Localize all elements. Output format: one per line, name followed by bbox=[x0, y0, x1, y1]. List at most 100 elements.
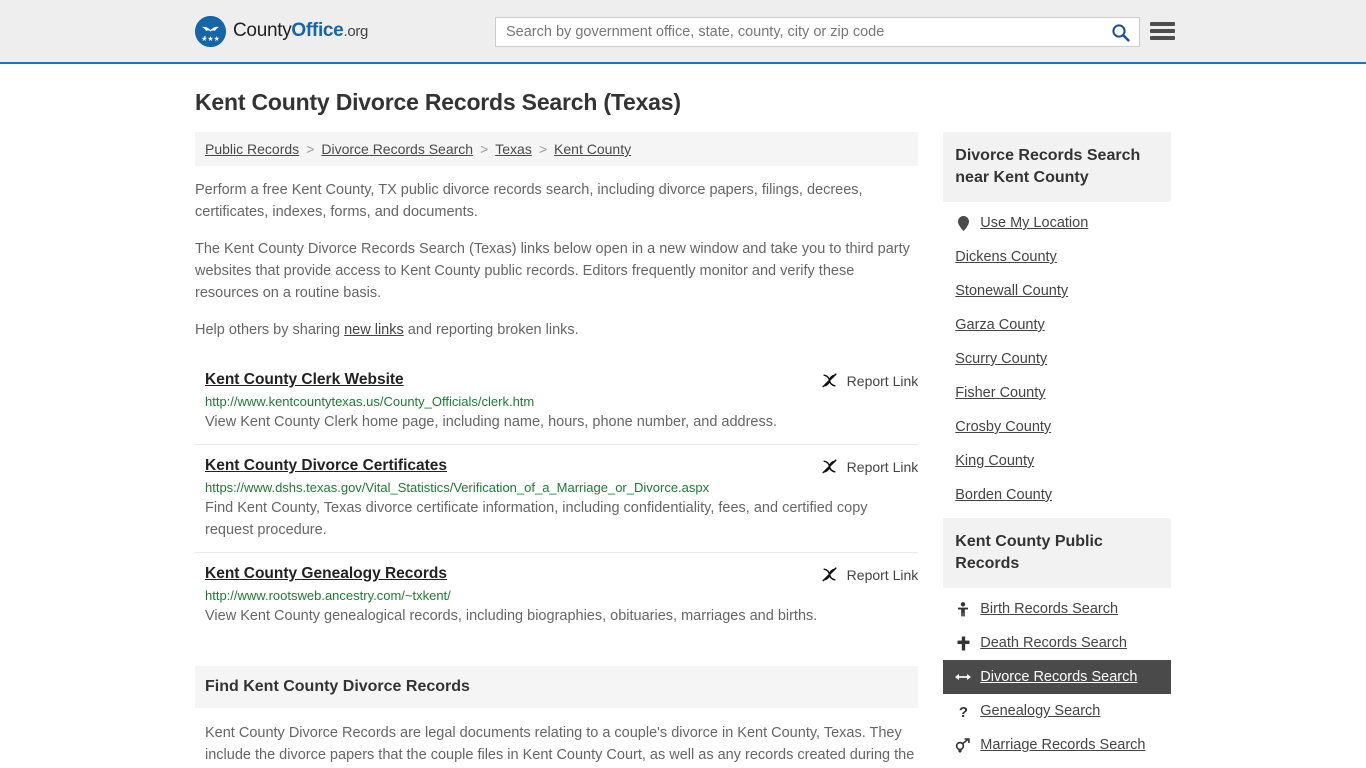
sidebar-item-garza-county[interactable]: Garza County bbox=[943, 308, 1171, 342]
site-header: ★★★ CountyOffice.org bbox=[0, 0, 1366, 64]
logo-text-office: Office bbox=[291, 20, 344, 41]
report-link-button[interactable]: Report Link bbox=[821, 372, 919, 389]
map-pin-icon bbox=[955, 215, 971, 231]
public-records-list: Birth Records Search Death Records Searc… bbox=[943, 588, 1171, 762]
sidebar-item-marriage-records-search[interactable]: Marriage Records Search bbox=[943, 728, 1171, 762]
find-records-heading: Find Kent County Divorce Records bbox=[195, 666, 919, 708]
sidebar-item-stonewall-county[interactable]: Stonewall County bbox=[943, 274, 1171, 308]
nearby-searches-heading: Divorce Records Search near Kent County bbox=[943, 132, 1171, 202]
cross-icon bbox=[955, 636, 971, 651]
sidebar-item-borden-county[interactable]: Borden County bbox=[943, 478, 1171, 512]
sidebar-item-label: King County bbox=[955, 453, 1035, 469]
breadcrumb-separator: > bbox=[306, 141, 315, 157]
resource-link-url: https://www.dshs.texas.gov/Vital_Statist… bbox=[205, 480, 710, 495]
sidebar-item-birth-records-search[interactable]: Birth Records Search bbox=[943, 592, 1171, 626]
resource-link-title[interactable]: Kent County Clerk Website bbox=[205, 371, 404, 389]
hamburger-menu-icon[interactable] bbox=[1150, 20, 1175, 42]
sidebar-item-king-county[interactable]: King County bbox=[943, 444, 1171, 478]
baby-icon bbox=[955, 601, 971, 617]
breadcrumb-separator: > bbox=[538, 141, 548, 157]
svg-text:?: ? bbox=[959, 704, 968, 719]
report-link-button[interactable]: Report Link bbox=[821, 566, 919, 583]
resource-link-description: Find Kent County, Texas divorce certific… bbox=[205, 500, 868, 538]
sidebar-item-label: Marriage Records Search bbox=[980, 737, 1146, 753]
nearby-searches-panel: Divorce Records Search near Kent County … bbox=[943, 132, 1171, 512]
intro-p3-before: Help others by sharing bbox=[195, 322, 345, 338]
resource-link-title[interactable]: Kent County Divorce Certificates bbox=[205, 457, 447, 475]
mars-venus-icon bbox=[955, 737, 971, 753]
sidebar-item-label: Birth Records Search bbox=[980, 601, 1119, 617]
sidebar-item-label: Fisher County bbox=[955, 385, 1046, 401]
intro-paragraph-1: Perform a free Kent County, TX public di… bbox=[195, 182, 863, 220]
resource-link-url: http://www.kentcountytexas.us/County_Off… bbox=[205, 394, 535, 409]
intro-paragraph-2: The Kent County Divorce Records Search (… bbox=[195, 241, 910, 301]
public-records-panel: Kent County Public Records Birth Records… bbox=[943, 518, 1171, 762]
breadcrumb-item-public-records[interactable]: Public Records bbox=[205, 141, 299, 157]
question-mark-icon: ? bbox=[955, 704, 971, 719]
sidebar-item-label: Crosby County bbox=[955, 419, 1052, 435]
breadcrumb: Public Records > Divorce Records Search … bbox=[195, 132, 919, 166]
resource-link-title[interactable]: Kent County Genealogy Records bbox=[205, 565, 447, 583]
sidebar-item-fisher-county[interactable]: Fisher County bbox=[943, 376, 1171, 410]
intro-paragraph-3: Help others by sharing new links and rep… bbox=[195, 319, 918, 341]
hamburger-bar bbox=[1150, 22, 1175, 26]
sidebar-item-label: Dickens County bbox=[955, 249, 1057, 265]
sidebar-item-label: Genealogy Search bbox=[980, 703, 1101, 719]
resource-links-list: Kent County Clerk Website http://www.ken… bbox=[195, 363, 919, 638]
sidebar-item-use-my-location[interactable]: Use My Location bbox=[943, 206, 1171, 240]
page-container: Kent County Divorce Records Search (Texa… bbox=[0, 64, 1366, 768]
resource-link-url: http://www.rootsweb.ancestry.com/~txkent… bbox=[205, 588, 451, 603]
main-column: Public Records > Divorce Records Search … bbox=[195, 132, 919, 768]
sidebar-item-label: Use My Location bbox=[980, 215, 1089, 231]
sidebar-item-label: Divorce Records Search bbox=[980, 669, 1138, 685]
nearby-searches-list: Use My Location Dickens County Stonewall… bbox=[943, 202, 1171, 512]
resource-link-description: View Kent County genealogical records, i… bbox=[205, 608, 818, 624]
content-row: Public Records > Divorce Records Search … bbox=[195, 132, 1171, 768]
broken-link-icon bbox=[822, 459, 837, 474]
search-bar bbox=[495, 17, 1140, 47]
search-input[interactable] bbox=[496, 18, 1101, 46]
sidebar: Divorce Records Search near Kent County … bbox=[943, 132, 1171, 768]
breadcrumb-item-kent-county[interactable]: Kent County bbox=[554, 141, 631, 157]
hamburger-bar bbox=[1150, 29, 1175, 33]
breadcrumb-item-divorce-records-search[interactable]: Divorce Records Search bbox=[321, 141, 473, 157]
site-logo[interactable]: ★★★ CountyOffice.org bbox=[195, 15, 368, 47]
logo-text-county: County bbox=[233, 20, 292, 41]
find-records-body: Kent County Divorce Records are legal do… bbox=[205, 725, 915, 763]
new-links-link[interactable]: new links bbox=[344, 322, 404, 338]
resource-link-description: View Kent County Clerk home page, includ… bbox=[205, 414, 778, 430]
sidebar-item-label: Death Records Search bbox=[980, 635, 1127, 651]
search-button[interactable] bbox=[1101, 18, 1139, 46]
sidebar-item-divorce-records-search[interactable]: Divorce Records Search bbox=[943, 660, 1171, 694]
arrows-left-right-icon bbox=[955, 671, 972, 683]
breadcrumb-item-texas[interactable]: Texas bbox=[495, 141, 532, 157]
sidebar-item-death-records-search[interactable]: Death Records Search bbox=[943, 626, 1171, 660]
search-icon bbox=[1111, 23, 1130, 42]
logo-text-org: .org bbox=[343, 23, 369, 40]
report-link-label: Report Link bbox=[846, 566, 919, 583]
sidebar-item-label: Stonewall County bbox=[955, 283, 1069, 299]
svg-text:★★★: ★★★ bbox=[201, 35, 220, 43]
report-link-button[interactable]: Report Link bbox=[821, 458, 919, 475]
sidebar-item-label: Borden County bbox=[955, 487, 1052, 503]
sidebar-item-crosby-county[interactable]: Crosby County bbox=[943, 410, 1171, 444]
broken-link-icon bbox=[822, 567, 837, 582]
sidebar-item-genealogy-search[interactable]: ? Genealogy Search bbox=[943, 694, 1171, 728]
intro-p3-after: and reporting broken links. bbox=[403, 322, 579, 338]
sidebar-item-dickens-county[interactable]: Dickens County bbox=[943, 240, 1171, 274]
sidebar-item-label: Scurry County bbox=[955, 351, 1048, 367]
sidebar-item-label: Garza County bbox=[955, 317, 1045, 333]
list-item: Kent County Genealogy Records http://www… bbox=[195, 552, 919, 638]
sidebar-item-scurry-county[interactable]: Scurry County bbox=[943, 342, 1171, 376]
eagle-logo-icon: ★★★ bbox=[195, 15, 226, 47]
list-item: Kent County Clerk Website http://www.ken… bbox=[195, 363, 918, 444]
public-records-heading: Kent County Public Records bbox=[943, 518, 1171, 588]
hamburger-bar bbox=[1150, 36, 1175, 40]
broken-link-icon bbox=[822, 373, 837, 388]
list-item: Kent County Divorce Certificates https:/… bbox=[195, 444, 919, 552]
report-link-label: Report Link bbox=[846, 372, 919, 389]
report-link-label: Report Link bbox=[846, 458, 919, 475]
breadcrumb-separator: > bbox=[480, 141, 489, 157]
logo-wordmark: CountyOffice.org bbox=[233, 20, 368, 42]
page-title: Kent County Divorce Records Search (Texa… bbox=[195, 89, 681, 115]
